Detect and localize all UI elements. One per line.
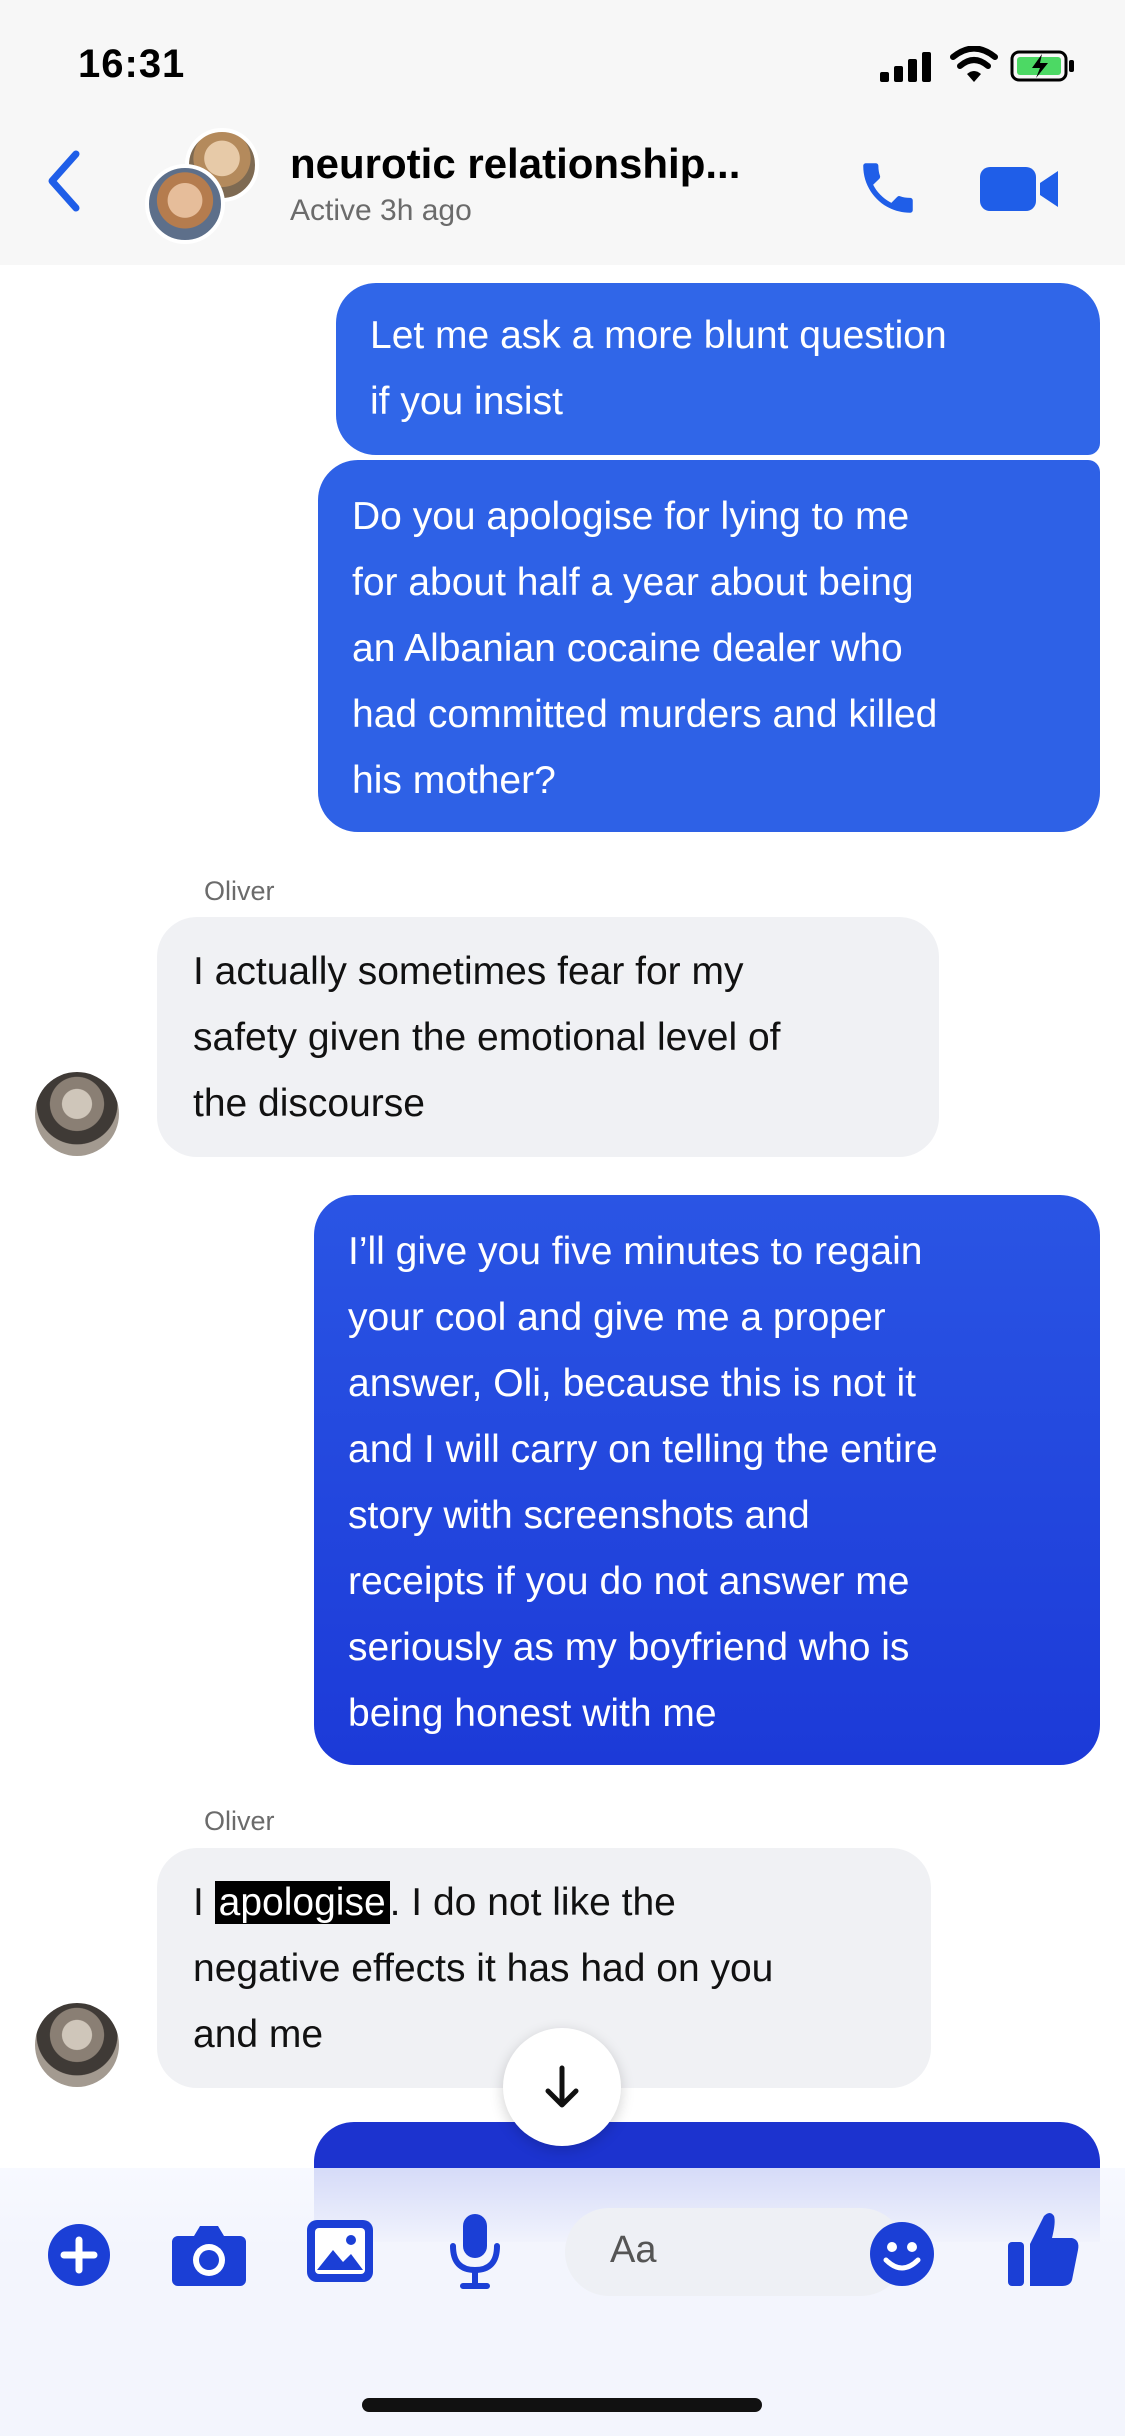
outgoing-message[interactable]: I’ll give you five minutes to regain you… xyxy=(314,1195,1100,1765)
wifi-icon xyxy=(950,46,998,82)
message-composer xyxy=(0,2168,1125,2436)
highlighted-word: apologise xyxy=(214,1881,390,1924)
avatar[interactable] xyxy=(35,1072,119,1156)
sender-name: Oliver xyxy=(204,1806,275,1836)
back-chevron-icon[interactable] xyxy=(46,150,82,212)
arrow-down-icon xyxy=(545,2065,579,2108)
battery-charging-icon xyxy=(1010,50,1074,82)
group-avatar[interactable] xyxy=(145,128,265,244)
microphone-icon[interactable] xyxy=(445,2212,505,2292)
cellular-signal-icon xyxy=(880,52,931,82)
video-camera-icon[interactable] xyxy=(978,163,1060,215)
outgoing-message[interactable]: Let me ask a more blunt question if you … xyxy=(336,283,1100,455)
gallery-icon[interactable] xyxy=(305,2218,375,2284)
message-input-placeholder: Aa xyxy=(610,2229,657,2271)
chat-title[interactable]: neurotic relationship... xyxy=(290,140,740,188)
status-time: 16:31 xyxy=(78,42,186,86)
avatar xyxy=(145,164,225,244)
active-status: Active 3h ago xyxy=(290,194,472,227)
scroll-to-bottom-button[interactable] xyxy=(503,2028,621,2146)
incoming-message[interactable]: I actually sometimes fear for my safety … xyxy=(157,917,939,1157)
plus-icon[interactable] xyxy=(46,2222,112,2288)
sender-name: Oliver xyxy=(204,876,275,906)
avatar[interactable] xyxy=(35,2003,119,2087)
outgoing-message[interactable]: Do you apologise for lying to me for abo… xyxy=(318,460,1100,832)
camera-icon[interactable] xyxy=(170,2220,248,2288)
thumbs-up-icon[interactable] xyxy=(1006,2208,1082,2290)
phone-icon[interactable] xyxy=(855,155,921,221)
home-indicator xyxy=(362,2398,762,2412)
status-bar: 16:31 xyxy=(0,0,1125,130)
emoji-icon[interactable] xyxy=(868,2220,936,2288)
